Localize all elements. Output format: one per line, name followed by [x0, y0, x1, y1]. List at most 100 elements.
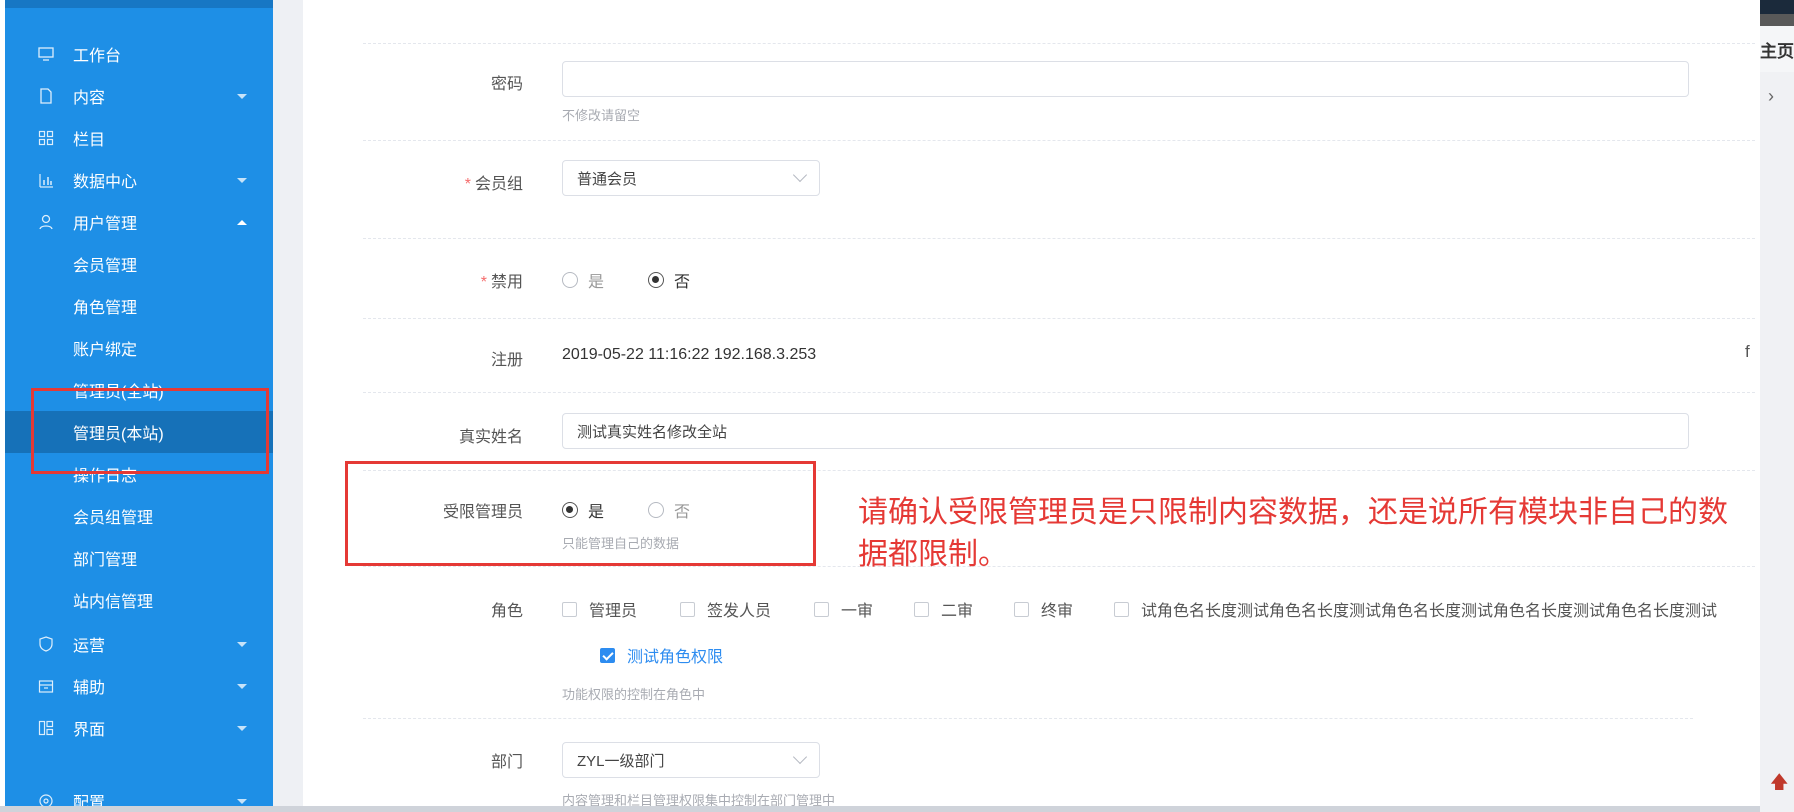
edge-fragment: f	[1745, 342, 1750, 361]
sidebar-item-label: 工作台	[73, 48, 122, 65]
right-top-bar	[1760, 0, 1794, 14]
sidebar-subitem-department-management[interactable]: 部门管理	[5, 537, 273, 579]
checkbox-icon	[1014, 601, 1029, 617]
roles-label: 角色	[490, 603, 523, 620]
right-panel	[1760, 72, 1794, 812]
box-icon	[37, 677, 55, 695]
sidebar-subitem-role-management[interactable]: 角色管理	[5, 285, 273, 327]
chevron-down-icon	[237, 683, 247, 689]
sidebar-item-label: 辅助	[73, 680, 106, 697]
disabled-label: * 禁用	[480, 274, 523, 291]
checkbox-icon	[680, 601, 695, 617]
highlight-box-admin-items	[31, 388, 269, 474]
radio-circle-icon	[562, 272, 578, 288]
sidebar-item-workbench[interactable]: 工作台	[5, 33, 273, 75]
role-checkbox-second-review[interactable]: 二审	[914, 597, 973, 621]
sidebar-item-data-center[interactable]: 数据中心	[5, 159, 273, 201]
grid-icon	[37, 129, 55, 147]
register-label: 注册	[490, 352, 523, 369]
chevron-right-icon[interactable]: ›	[1768, 86, 1774, 107]
chevron-down-icon	[237, 177, 247, 183]
sidebar-item-config[interactable]: 配置	[5, 780, 273, 808]
checkbox-icon	[814, 601, 829, 617]
member-group-value: 普通会员	[577, 170, 638, 188]
row-divider	[363, 318, 1755, 319]
password-input[interactable]	[562, 61, 1689, 97]
sidebar-item-auxiliary[interactable]: 辅助	[5, 665, 273, 707]
row-divider	[363, 238, 1755, 239]
real-name-label: 真实姓名	[458, 429, 523, 446]
sidebar-subitem-message-management[interactable]: 站内信管理	[5, 579, 273, 621]
disabled-radio-yes[interactable]: 是	[562, 268, 604, 292]
sidebar-item-label: 内容	[73, 90, 106, 107]
role-checkbox-first-review[interactable]: 一审	[814, 597, 873, 621]
monitor-icon	[37, 45, 55, 63]
chevron-down-icon	[237, 798, 247, 804]
checkbox-checked-icon	[600, 647, 615, 663]
sidebar-subitem-label: 会员管理	[73, 258, 138, 275]
back-to-top-icon[interactable]: 🡅	[1770, 770, 1789, 800]
radio-circle-icon	[648, 272, 664, 288]
sidebar-subitem-label: 角色管理	[73, 300, 138, 317]
row-divider	[363, 718, 1693, 719]
disabled-radio-no[interactable]: 否	[648, 268, 690, 292]
department-value: ZYL一级部门	[577, 752, 665, 770]
chevron-down-icon	[792, 749, 808, 765]
real-name-input[interactable]: 测试真实姓名修改全站	[562, 413, 1689, 449]
password-label: 密码	[490, 76, 523, 93]
sidebar-item-user-management[interactable]: 用户管理	[5, 201, 273, 243]
role-checkbox-final-review[interactable]: 终审	[1014, 597, 1073, 621]
chevron-down-icon	[792, 167, 808, 183]
password-hint: 不修改请留空	[562, 108, 641, 123]
cutoff-label-top	[473, 0, 477, 16]
sidebar-subitem-account-binding[interactable]: 账户绑定	[5, 327, 273, 369]
department-label: 部门	[490, 754, 523, 771]
bottom-scrollbar[interactable]	[0, 806, 1760, 812]
sidebar-item-label: 界面	[73, 722, 106, 739]
tab-home[interactable]: 主页	[1760, 26, 1794, 72]
sidebar-item-label: 数据中心	[73, 174, 138, 191]
role-checkbox-admin[interactable]: 管理员	[562, 597, 637, 621]
member-group-label: * 会员组	[464, 176, 523, 193]
sidebar-subitem-label: 会员组管理	[73, 510, 154, 527]
sidebar-item-label: 栏目	[73, 132, 106, 149]
sidebar-item-column[interactable]: 栏目	[5, 117, 273, 159]
main-form: 密码 不修改请留空 * 会员组 普通会员 * 禁用 是 否 注册 2019-05-2…	[303, 0, 1760, 808]
row-divider	[363, 140, 1755, 141]
checkbox-icon	[914, 601, 929, 617]
role-checkbox-test-permission[interactable]: 测试角色权限	[600, 643, 723, 667]
register-value: 2019-05-22 11:16:22 192.168.3.253	[562, 346, 817, 363]
role-checkbox-long-name[interactable]: 试角色名长度测试角色名长度测试角色名长度测试角色名长度测试角色名长度测试	[1114, 597, 1756, 621]
sidebar-item-interface[interactable]: 界面	[5, 707, 273, 749]
content-gutter	[273, 0, 303, 808]
document-icon	[37, 87, 55, 105]
member-group-select[interactable]: 普通会员	[562, 160, 820, 196]
user-icon	[37, 213, 55, 231]
sidebar-subitem-member-management[interactable]: 会员管理	[5, 243, 273, 285]
chevron-down-icon	[237, 641, 247, 647]
layout-icon	[37, 719, 55, 737]
checkbox-icon	[1114, 601, 1129, 617]
checkbox-icon	[562, 601, 577, 617]
sidebar-subitem-label: 部门管理	[73, 552, 138, 569]
sidebar-subitem-member-group-management[interactable]: 会员组管理	[5, 495, 273, 537]
role-checkbox-issuer[interactable]: 签发人员	[680, 597, 771, 621]
bar-chart-icon	[37, 171, 55, 189]
highlight-box-restricted-admin	[345, 461, 816, 566]
chevron-down-icon	[237, 93, 247, 99]
sidebar-subitem-label: 站内信管理	[73, 594, 154, 611]
sidebar-item-label: 运营	[73, 638, 106, 655]
department-select[interactable]: ZYL一级部门	[562, 742, 820, 778]
sidebar-top-bar	[5, 0, 273, 8]
sidebar-subitem-label: 账户绑定	[73, 342, 138, 359]
sidebar-item-operations[interactable]: 运营	[5, 623, 273, 665]
sidebar-item-label: 用户管理	[73, 216, 138, 233]
chevron-up-icon	[237, 219, 247, 225]
sidebar-item-content[interactable]: 内容	[5, 75, 273, 117]
roles-hint: 功能权限的控制在角色中	[562, 687, 706, 702]
review-annotation: 请确认受限管理员是只限制内容数据，还是说所有模块非自己的数据都限制。	[858, 495, 1728, 572]
row-divider	[363, 43, 1755, 44]
chevron-down-icon	[237, 725, 247, 731]
row-divider	[363, 392, 1755, 393]
shield-icon	[37, 635, 55, 653]
